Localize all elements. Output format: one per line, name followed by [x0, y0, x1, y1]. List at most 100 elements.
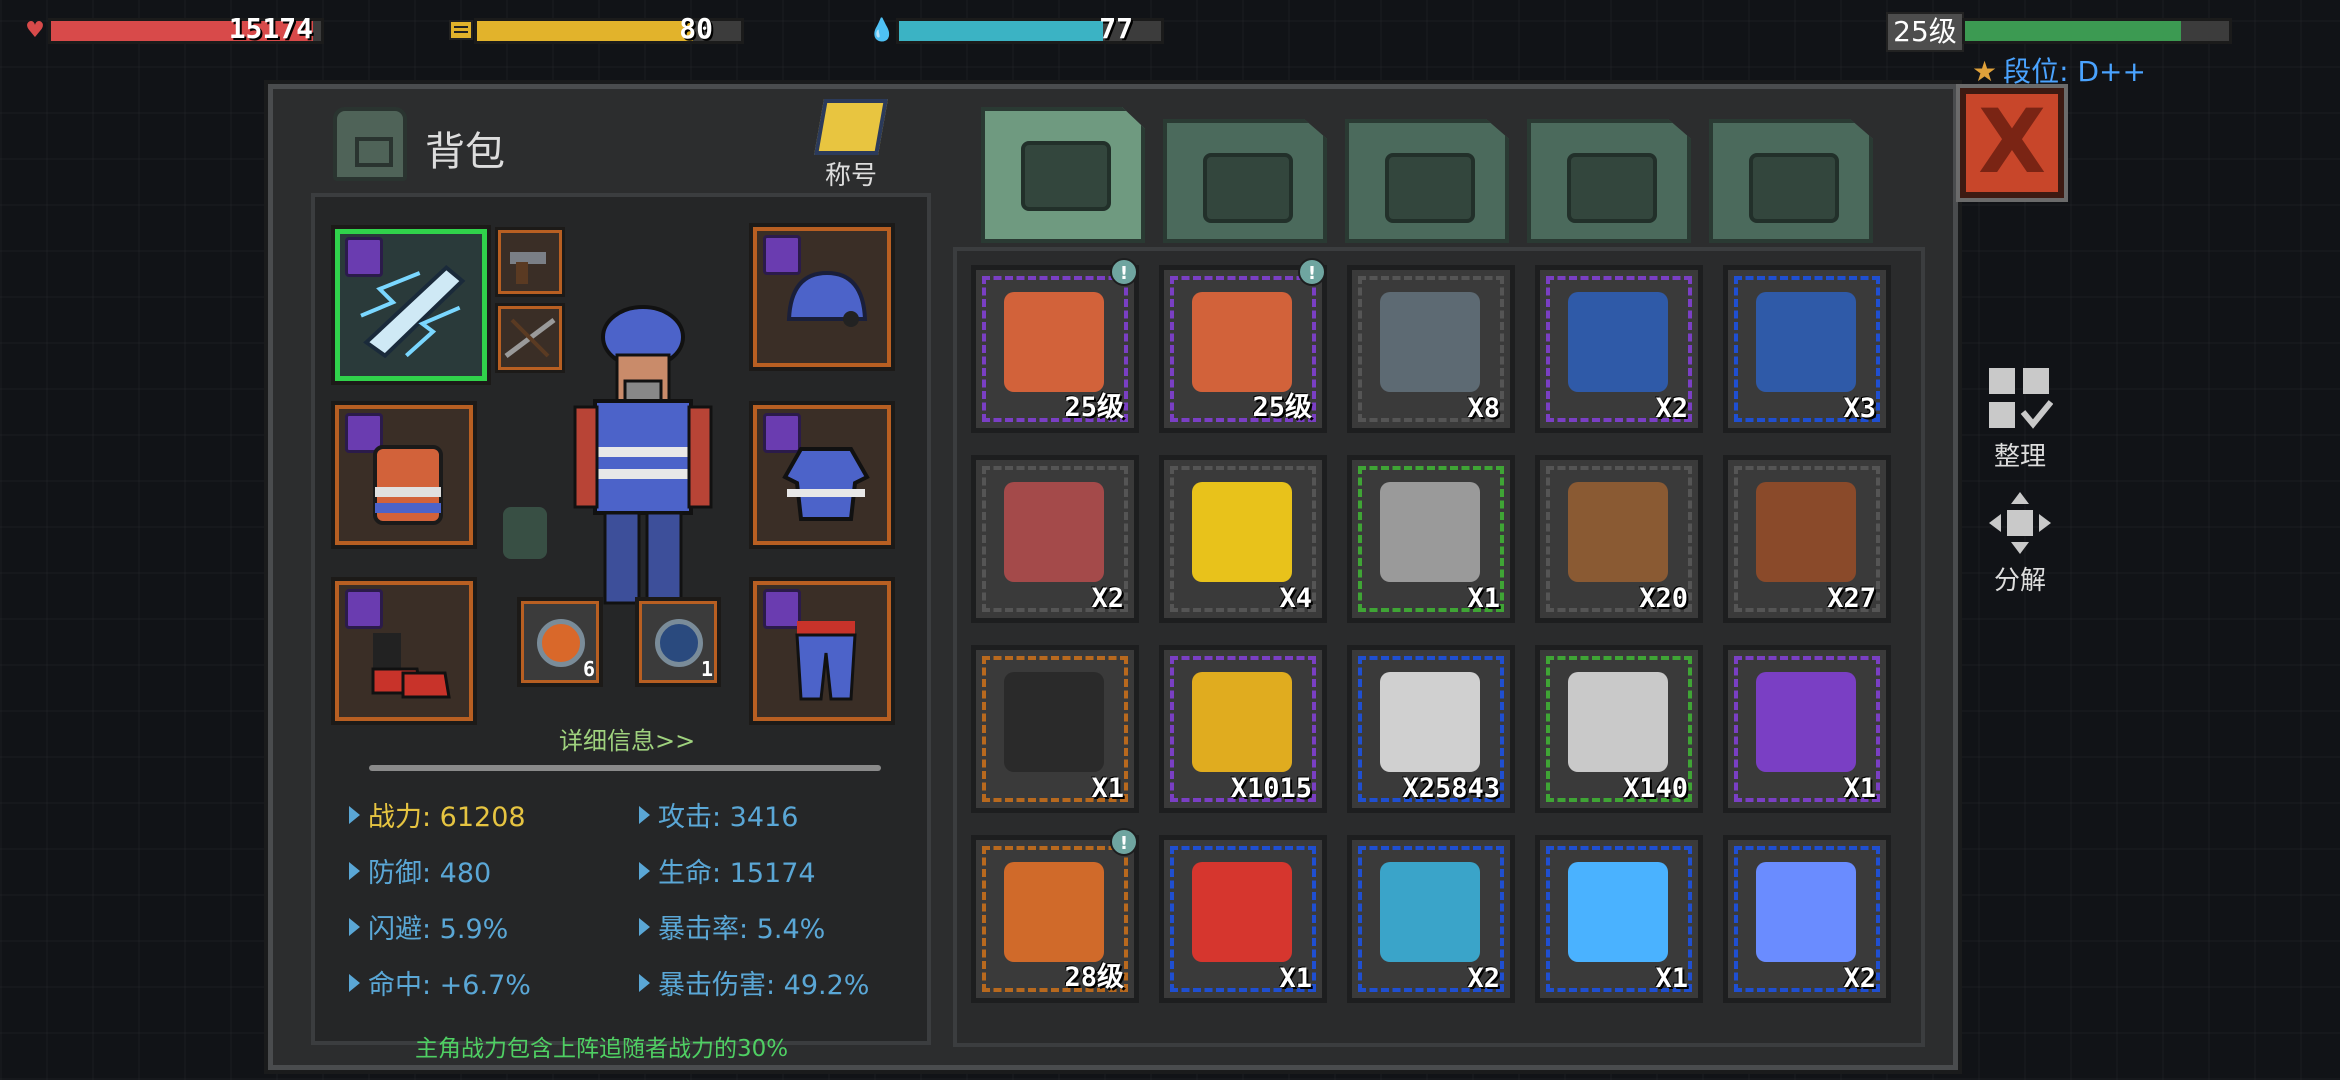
level-bar [1962, 18, 2232, 44]
item-quantity: X27 [1827, 583, 1876, 614]
item-quantity: X1 [1091, 773, 1124, 804]
disassemble-button[interactable]: 分解 [1980, 490, 2060, 597]
item-quantity: X8 [1467, 393, 1500, 424]
item-quantity: X20 [1639, 583, 1688, 614]
arrow-icon [639, 806, 650, 824]
hp-bar: 15174 [48, 12, 324, 45]
vest-item[interactable]: 25级! [1159, 258, 1327, 433]
data-chip-icon [1568, 292, 1668, 392]
blue-helmet-icon [786, 270, 868, 327]
panel-title: 背包 [425, 129, 505, 175]
accessory-slot-2[interactable]: 1 [635, 597, 721, 687]
plus-card-icon [1756, 672, 1856, 772]
pants-slot[interactable] [749, 577, 895, 725]
accessory-slot-1[interactable]: 6 [517, 597, 603, 687]
vest-icon [1004, 292, 1104, 392]
rank-label[interactable]: ★ 段位: D++ [1972, 50, 2146, 90]
item-quantity: X1 [1467, 583, 1500, 614]
eagle-badge-item[interactable]: X140 [1535, 645, 1703, 813]
arrow-icon [639, 918, 650, 936]
arrow-icon [639, 862, 650, 880]
nickname-button[interactable]: 称号 [811, 99, 891, 199]
raw-meat-item[interactable]: X2 [971, 455, 1139, 623]
sort-button[interactable]: 整理 [1980, 366, 2060, 473]
item-quantity: X4 [1279, 583, 1312, 614]
gear-badge-icon [537, 619, 585, 667]
vest-icon [1192, 292, 1292, 392]
close-button[interactable]: X [1956, 84, 2068, 202]
inventory-grid: 25级! 25级! X8 X2 X3 X2 X4 X1 X20 X27 X1 X1015 X25843 X… [953, 247, 1925, 1047]
iron-ore-item[interactable]: X8 [1347, 265, 1515, 433]
stat-row: 闪避: 5.9% [349, 907, 508, 946]
mushroom-icon [1568, 482, 1668, 582]
armor-icon [1385, 153, 1475, 223]
stat-label: 战力: 61208 [368, 802, 526, 833]
gold-coin-item[interactable]: X1015 [1159, 645, 1327, 813]
water-bar: 77 [896, 12, 1164, 45]
red-device-item[interactable]: X1 [1159, 835, 1327, 1003]
rank-text: 段位: D++ [2003, 55, 2146, 88]
plus-card-item[interactable]: X1 [1723, 645, 1891, 813]
alert-icon: ! [1298, 258, 1326, 286]
item-quantity: 25级 [1252, 392, 1312, 423]
blue-crystal-item[interactable]: X2 [1723, 835, 1891, 1003]
item-quantity: X1 [1655, 963, 1688, 994]
stat-row: 防御: 480 [349, 851, 491, 890]
tab-weapons[interactable] [1527, 119, 1691, 243]
stat-row: 生命: 15174 [639, 851, 816, 890]
character-equipment-area: 6 1 详细信息>> 战力: 61208 攻击: 3416 防御: 480 生命: 1… [311, 193, 931, 1045]
blue-device-item[interactable]: X2 [1347, 835, 1515, 1003]
lightning-crystal-icon [1568, 862, 1668, 962]
power-note: 主角战力包含上阵追随者战力的30% [415, 1036, 789, 1062]
nickname-label: 称号 [824, 161, 877, 191]
crossbow-icon [504, 318, 556, 358]
jacket-icon [782, 447, 870, 521]
lightning-blade-icon [360, 265, 466, 359]
stat-label: 生命: 15174 [658, 858, 816, 889]
stat-label: 命中: +6.7% [368, 970, 531, 1001]
divider [369, 765, 881, 771]
lightning-crystal-item[interactable]: X1 [1535, 835, 1703, 1003]
jacket-slot[interactable] [749, 401, 895, 549]
item-quantity: X2 [1655, 393, 1688, 424]
title-badge-icon [814, 99, 888, 155]
water-value: 77 [1099, 12, 1133, 45]
item-quantity: X2 [1091, 583, 1124, 614]
weapon-slot[interactable] [331, 225, 491, 385]
data-chip-icon [1756, 292, 1856, 392]
sort-label: 整理 [1993, 442, 2046, 472]
crossbow-slot[interactable] [495, 303, 565, 373]
energy-fill [477, 21, 694, 41]
silver-coin-item[interactable]: X25843 [1347, 645, 1515, 813]
oil-can-item[interactable]: X4 [1159, 455, 1327, 623]
stat-label: 防御: 480 [368, 858, 492, 889]
tab-armor[interactable] [1345, 119, 1509, 243]
vest-slot[interactable] [331, 401, 477, 549]
detail-info-link[interactable]: 详细信息>> [559, 721, 695, 756]
level-fill [1965, 21, 2182, 41]
sale-coupon-item[interactable]: X1 [971, 645, 1139, 813]
item-quantity: X140 [1622, 773, 1688, 804]
tab-medical[interactable] [1163, 119, 1327, 243]
secondary-weapon-slot[interactable] [495, 227, 565, 297]
battery-icon [448, 18, 474, 44]
boots-slot[interactable] [331, 577, 477, 725]
item-quantity: X2 [1467, 963, 1500, 994]
data-chip-item[interactable]: X3 [1723, 265, 1891, 433]
vest-item[interactable]: 25级! [971, 258, 1139, 433]
helmet-slot[interactable] [749, 223, 895, 371]
data-chip-item[interactable]: X2 [1535, 265, 1703, 433]
armor-silhouette-icon [503, 507, 547, 559]
boots-icon [371, 633, 451, 699]
tab-tools[interactable] [1709, 119, 1873, 243]
arrow-icon [349, 918, 360, 936]
wrench-icon [1749, 153, 1839, 223]
arrow-icon [349, 862, 360, 880]
item-quantity: X1 [1843, 773, 1876, 804]
eagle-badge-icon [1568, 672, 1668, 772]
tool-weapon-item[interactable]: X1 [1347, 455, 1515, 623]
mushroom-item[interactable]: X20 [1535, 455, 1703, 623]
steak-item[interactable]: X27 [1723, 455, 1891, 623]
helmet-item[interactable]: 28级! [971, 828, 1139, 1003]
tab-backpack[interactable] [981, 107, 1145, 243]
